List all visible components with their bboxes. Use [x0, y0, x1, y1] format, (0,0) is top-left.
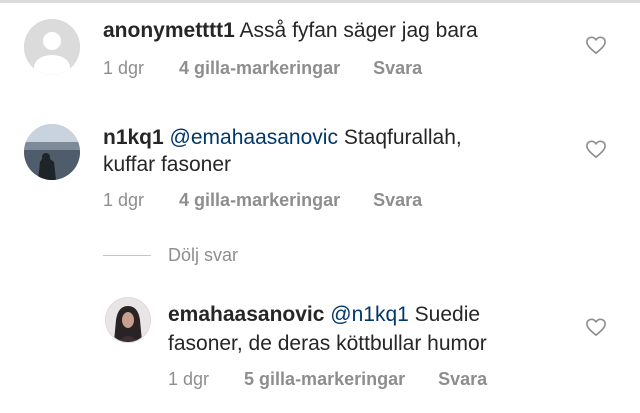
- avatar-anonymetttt1[interactable]: [24, 19, 80, 75]
- comment-1-likes[interactable]: 4 gilla-markeringar: [179, 58, 340, 78]
- avatar-n1kq1[interactable]: [24, 124, 80, 180]
- lake-photo-avatar-icon: [24, 124, 80, 180]
- default-avatar-icon: [24, 19, 80, 75]
- portrait-photo-avatar-icon: [106, 298, 150, 342]
- comment-1-time: 1 dgr: [103, 58, 145, 78]
- comment-2-time: 1 dgr: [103, 190, 145, 210]
- comment-2-meta: 1 dgr 4 gilla-markeringar Svara: [103, 189, 422, 211]
- comment-2-text-line2: kuffar fasoner: [103, 153, 232, 176]
- hide-replies-button[interactable]: Dölj svar: [168, 244, 238, 266]
- reply-mention[interactable]: @n1kq1: [330, 303, 409, 326]
- reply-text-line2: fasoner, de deras köttbullar humor: [168, 332, 487, 355]
- reply-text: Suedie: [414, 303, 481, 326]
- comment-1-reply-button[interactable]: Svara: [373, 58, 422, 78]
- comment-2-likes[interactable]: 4 gilla-markeringar: [179, 190, 340, 210]
- heart-outline-icon[interactable]: [585, 139, 607, 159]
- heart-outline-icon[interactable]: [585, 35, 607, 55]
- reply-meta: 1 dgr 5 gilla-markeringar Svara: [168, 368, 487, 390]
- reply-likes[interactable]: 5 gilla-markeringar: [244, 369, 405, 389]
- comment-1-line: anonymetttt1 Asså fyfan säger jag bara: [103, 18, 478, 43]
- reply-time: 1 dgr: [168, 369, 210, 389]
- comment-2-line: n1kq1 @emahaasanovic Staqfurallah,: [103, 125, 462, 150]
- top-divider: [0, 0, 640, 3]
- hide-replies-divider: [103, 255, 151, 256]
- comment-2-text: Staqfurallah,: [343, 126, 462, 149]
- comment-2-username[interactable]: n1kq1: [103, 126, 164, 149]
- reply-username[interactable]: emahaasanovic: [168, 303, 324, 326]
- reply-line: emahaasanovic @n1kq1 Suedie: [168, 302, 480, 327]
- comment-2-mention[interactable]: @emahaasanovic: [170, 126, 338, 149]
- comment-1-text: Asså fyfan säger jag bara: [239, 19, 478, 42]
- heart-outline-icon[interactable]: [585, 317, 607, 337]
- comment-2-reply-button[interactable]: Svara: [373, 190, 422, 210]
- avatar-emahaasanovic[interactable]: [105, 297, 151, 343]
- comment-1-username[interactable]: anonymetttt1: [103, 19, 235, 42]
- comment-1-meta: 1 dgr 4 gilla-markeringar Svara: [103, 57, 422, 79]
- reply-reply-button[interactable]: Svara: [438, 369, 487, 389]
